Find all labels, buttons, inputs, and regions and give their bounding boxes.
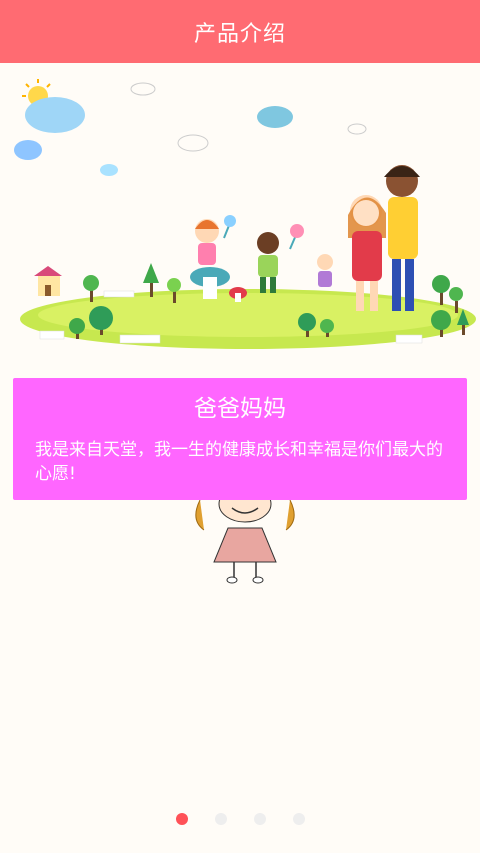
slide-title: 爸爸妈妈 <box>194 396 286 422</box>
slide-description: 我是来自天堂，我一生的健康成长和幸福是你们最大的心愿! <box>35 440 443 484</box>
page-dot-4[interactable] <box>292 813 305 825</box>
girl-illustration <box>195 490 295 584</box>
page-indicator <box>0 813 480 827</box>
page-dot-2[interactable] <box>214 813 227 825</box>
slide-caption-card: 爸爸妈妈 我是来自天堂，我一生的健康成长和幸福是你们最大的心愿! <box>13 378 467 500</box>
page-dot-1[interactable] <box>175 813 188 825</box>
title-bar: 产品介绍 <box>0 0 480 63</box>
page-dot-3[interactable] <box>253 813 266 825</box>
page-title: 产品介绍 <box>193 21 286 47</box>
family-illustration <box>14 79 476 349</box>
